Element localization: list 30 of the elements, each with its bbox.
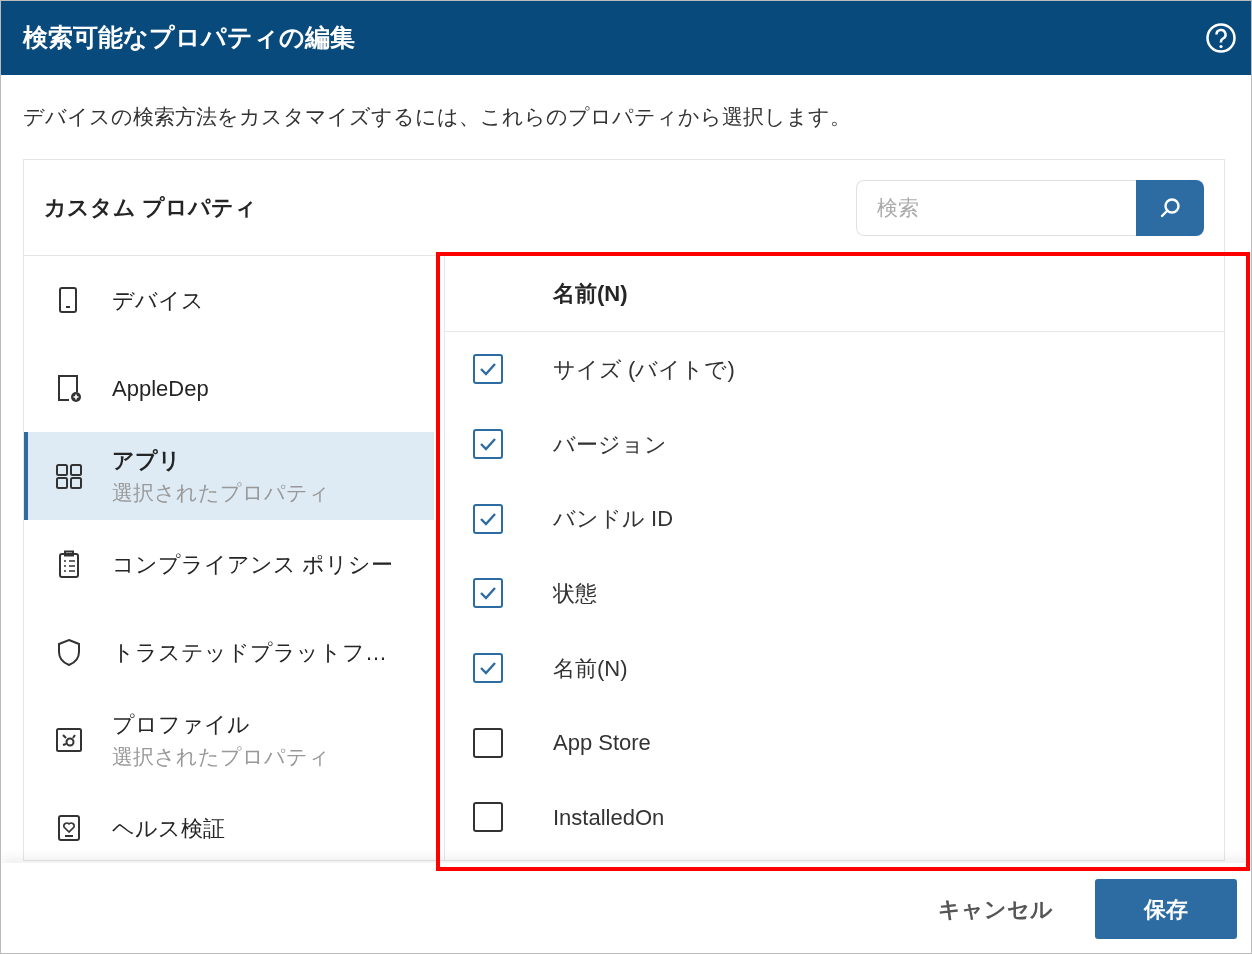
checkbox[interactable]: [473, 354, 503, 385]
property-name: サイズ (バイトで): [553, 355, 735, 384]
description-text: デバイスの検索方法をカスタマイズするには、これらのプロパティから選択します。: [23, 104, 852, 130]
item-sublabel: 選択されたプロパティ: [112, 743, 330, 770]
item-label: アプリ: [112, 446, 182, 475]
property-name: バンドル ID: [553, 505, 674, 534]
property-name: 状態: [553, 579, 597, 608]
checkbox[interactable]: [473, 727, 503, 758]
help-icon[interactable]: [1205, 22, 1237, 54]
checkbox[interactable]: [473, 578, 503, 609]
search-field[interactable]: 検索: [856, 179, 1136, 236]
property-name: バージョン: [553, 430, 667, 459]
item-label: プロファイル: [112, 710, 251, 739]
gear-card-icon: [54, 725, 84, 755]
property-name: 名前(N): [553, 654, 628, 683]
property-name: InstalledOn: [553, 803, 665, 832]
property-name: App Store: [553, 729, 651, 758]
cancel-button[interactable]: キャンセル: [938, 879, 1053, 939]
checkbox[interactable]: [473, 653, 503, 684]
checkbox[interactable]: [473, 503, 503, 534]
checkbox[interactable]: [473, 802, 503, 833]
window-title: 検索可能なプロパティの編集: [23, 22, 355, 54]
sidebar-item[interactable]: アプリ 選択されたプロパティ: [24, 432, 434, 520]
column-header: 名前(N): [553, 280, 628, 308]
checkbox[interactable]: [473, 429, 503, 460]
search-button[interactable]: [1136, 179, 1204, 236]
item-sublabel: 選択されたプロパティ: [112, 479, 330, 506]
grid-icon: [54, 461, 84, 491]
save-button[interactable]: 保存: [1095, 879, 1237, 939]
panel-title: カスタム プロパティ: [44, 194, 258, 222]
